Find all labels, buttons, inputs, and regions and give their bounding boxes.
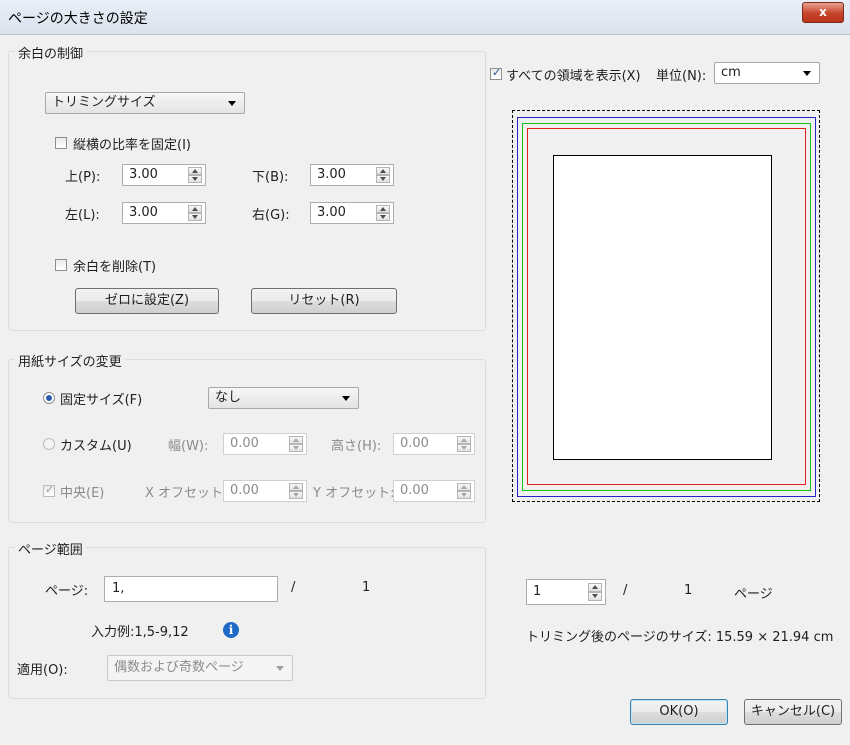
center-checkbox[interactable] <box>43 483 55 497</box>
custom-size-radio[interactable] <box>43 438 55 450</box>
chevron-down-icon <box>342 396 350 401</box>
pages-input[interactable]: 1, <box>104 576 278 602</box>
spin-down-icon[interactable] <box>289 444 303 452</box>
paper-group-legend: 用紙サイズの変更 <box>15 351 125 370</box>
spin-up-icon[interactable] <box>457 483 471 491</box>
width-value: 0.00 <box>230 436 259 451</box>
apply-label: 適用(O): <box>17 663 68 678</box>
range-total: 1 <box>362 580 371 595</box>
close-button[interactable]: x <box>802 2 844 23</box>
spin-up-icon[interactable] <box>289 436 303 444</box>
preview-page-suffix: ページ <box>734 587 773 602</box>
unit-label: 単位(N): <box>656 69 707 84</box>
height-value: 0.00 <box>400 436 429 451</box>
right-margin-value: 3.00 <box>317 205 346 220</box>
x-offset-label: X オフセット: <box>145 486 228 501</box>
spin-down-icon[interactable] <box>588 592 602 601</box>
bottom-margin-label: 下(B): <box>252 170 289 185</box>
input-example-text: 入力例:1,5-9,12 <box>91 625 189 640</box>
show-all-areas-checkbox[interactable] <box>490 66 502 80</box>
top-margin-spinner[interactable]: 3.00 <box>122 164 206 186</box>
page-range-group: ページ範囲 ページ: 1, / 1 入力例:1,5-9,12 i 適用(O): … <box>8 539 486 699</box>
dialog-body: 余白の制御 トリミングサイズ 縦横の比率を固定(I) 上(P): 3.00 下(… <box>8 35 842 737</box>
spin-down-icon[interactable] <box>376 175 390 183</box>
bottom-margin-spinner[interactable]: 3.00 <box>310 164 394 186</box>
lock-ratio-label: 縦横の比率を固定(I) <box>73 138 191 153</box>
title-bar: ページの大きさの設定 x <box>0 0 850 35</box>
spin-up-icon[interactable] <box>457 436 471 444</box>
preview-slash: / <box>623 583 628 598</box>
spin-up-icon[interactable] <box>376 167 390 175</box>
show-all-areas-label: すべての領域を表示(X) <box>506 69 641 84</box>
fixed-size-radio[interactable] <box>43 392 55 404</box>
left-margin-value: 3.00 <box>129 205 158 220</box>
custom-size-label: カスタム(U) <box>60 439 132 454</box>
range-slash: / <box>291 580 296 595</box>
spin-down-icon[interactable] <box>457 491 471 499</box>
preview-page-total: 1 <box>684 583 693 598</box>
y-offset-label: Y オフセット: <box>313 486 395 501</box>
spin-down-icon[interactable] <box>376 213 390 221</box>
spin-up-icon[interactable] <box>588 583 602 592</box>
apply-select[interactable]: 偶数および奇数ページ <box>107 655 293 681</box>
fixed-size-value: なし <box>215 390 242 405</box>
fixed-size-label: 固定サイズ(F) <box>60 393 143 408</box>
x-offset-value: 0.00 <box>230 483 259 498</box>
y-offset-value: 0.00 <box>400 483 429 498</box>
spin-up-icon[interactable] <box>376 205 390 213</box>
pages-label: ページ: <box>45 584 89 599</box>
reset-button[interactable]: リセット(R) <box>251 288 397 314</box>
chevron-down-icon <box>228 101 236 106</box>
chevron-down-icon <box>276 666 284 671</box>
unit-value: cm <box>721 65 741 80</box>
chevron-down-icon <box>803 71 811 76</box>
spin-up-icon[interactable] <box>188 167 202 175</box>
spin-down-icon[interactable] <box>289 491 303 499</box>
x-offset-spinner[interactable]: 0.00 <box>223 480 307 502</box>
margin-control-group: 余白の制御 トリミングサイズ 縦横の比率を固定(I) 上(P): 3.00 下(… <box>8 43 486 331</box>
top-margin-label: 上(P): <box>65 170 101 185</box>
spin-down-icon[interactable] <box>188 175 202 183</box>
range-group-legend: ページ範囲 <box>15 539 86 558</box>
spin-down-icon[interactable] <box>188 213 202 221</box>
height-label: 高さ(H): <box>331 439 382 454</box>
content-area-preview <box>553 155 772 460</box>
fixed-size-select[interactable]: なし <box>208 387 359 409</box>
unit-select[interactable]: cm <box>714 62 820 84</box>
width-label: 幅(W): <box>168 439 209 454</box>
left-margin-label: 左(L): <box>65 208 100 223</box>
left-margin-spinner[interactable]: 3.00 <box>122 202 206 224</box>
margin-mode-select[interactable]: トリミングサイズ <box>45 92 245 114</box>
spin-up-icon[interactable] <box>188 205 202 213</box>
height-spinner[interactable]: 0.00 <box>393 433 475 455</box>
center-label: 中央(E) <box>60 486 105 501</box>
remove-margin-label: 余白を削除(T) <box>73 260 157 275</box>
lock-ratio-checkbox[interactable] <box>55 137 67 149</box>
cancel-button[interactable]: キャンセル(C) <box>744 699 842 725</box>
page-size-dialog: ページの大きさの設定 x 余白の制御 トリミングサイズ 縦横の比率を固定(I) … <box>0 0 850 745</box>
remove-margin-checkbox[interactable] <box>55 259 67 271</box>
spin-up-icon[interactable] <box>289 483 303 491</box>
preview-page-spinner[interactable]: 1 <box>526 579 606 605</box>
paper-size-group: 用紙サイズの変更 固定サイズ(F) なし カスタム(U) 幅(W): 0.00 … <box>8 351 486 523</box>
ok-button[interactable]: OK(O) <box>630 699 728 725</box>
info-icon[interactable]: i <box>223 622 239 638</box>
bottom-margin-value: 3.00 <box>317 167 346 182</box>
set-zero-button[interactable]: ゼロに設定(Z) <box>75 288 219 314</box>
right-margin-spinner[interactable]: 3.00 <box>310 202 394 224</box>
right-margin-label: 右(G): <box>252 208 290 223</box>
window-title: ページの大きさの設定 <box>8 11 148 27</box>
margin-group-legend: 余白の制御 <box>15 43 87 62</box>
apply-value: 偶数および奇数ページ <box>114 660 244 675</box>
preview-page-value: 1 <box>533 584 542 599</box>
top-margin-value: 3.00 <box>129 167 158 182</box>
spin-down-icon[interactable] <box>457 444 471 452</box>
margin-mode-value: トリミングサイズ <box>52 95 156 110</box>
width-spinner[interactable]: 0.00 <box>223 433 307 455</box>
y-offset-spinner[interactable]: 0.00 <box>393 480 475 502</box>
trimmed-size-text: トリミング後のページのサイズ: 15.59 × 21.94 cm <box>526 630 834 645</box>
